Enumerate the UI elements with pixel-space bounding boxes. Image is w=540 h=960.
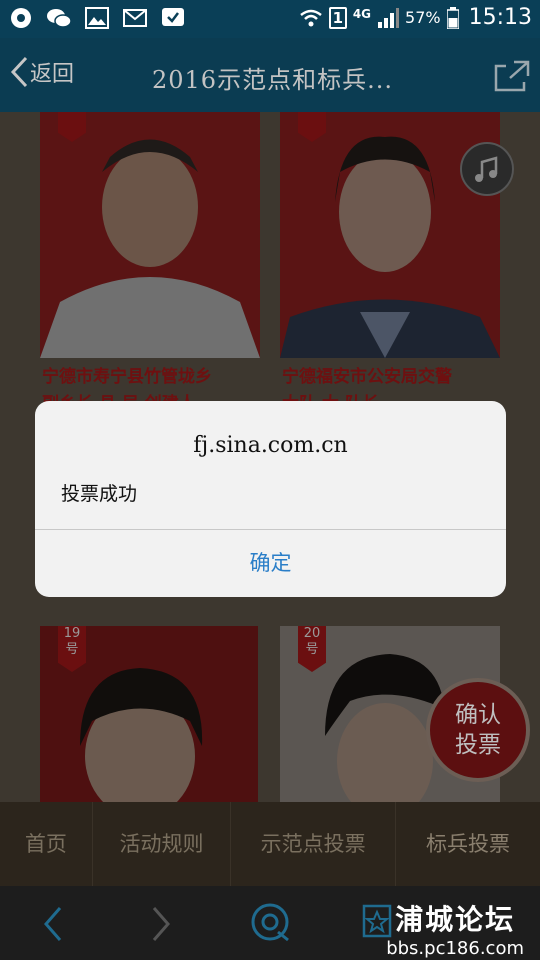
browser-forward-button[interactable] [148,904,174,948]
page-title: 2016示范点和标兵... [152,66,393,94]
music-note-icon [475,156,498,182]
music-toggle-button[interactable] [460,142,514,196]
watermark-url: bbs.pc186.com [386,938,524,959]
alert-dialog: fj.sina.com.cn 投票成功 确定 [35,401,506,597]
dialog-host: fj.sina.com.cn [193,433,348,458]
signal-icon [378,7,400,28]
clock: 15:13 [468,5,532,30]
nav-model-vote[interactable]: 标兵投票 [396,802,540,886]
nav-rules[interactable]: 活动规则 [93,802,232,886]
watermark: 浦城论坛 bbs.pc186.com [386,898,524,959]
candidate-photo[interactable] [40,112,260,358]
battery-percent: 57% [405,8,441,27]
notification-icons [8,6,186,30]
vote-button-line2: 投票 [455,732,501,758]
mail-icon [122,6,148,30]
caption-line: 宁德福安市公安局交警 [282,367,452,387]
wechat-icon [46,6,72,30]
candidate-number-badge: 20 号 [298,626,326,672]
message-icon [160,6,186,30]
battery-icon [446,6,459,29]
app-header: 返回 2016示范点和标兵... [0,38,540,112]
bottom-nav: 首页 活动规则 示范点投票 标兵投票 [0,802,540,886]
confirm-vote-button[interactable]: 确认 投票 [426,678,530,782]
portrait-man [40,112,260,358]
candidate-number-badge: 19 号 [58,626,86,672]
network-type: 4G [352,6,372,21]
qq-icon [8,6,34,30]
share-icon [494,60,530,92]
vote-button-line1: 确认 [455,702,501,728]
system-status: 1 4G 57% 15:13 [299,5,532,30]
watermark-name: 浦城论坛 [395,903,516,936]
gallery-icon [84,6,110,30]
share-button[interactable] [492,58,530,96]
browser-back-button[interactable] [40,904,66,948]
chevron-left-icon [10,56,28,88]
chevron-right-icon [152,907,170,941]
dialog-message: 投票成功 [61,483,138,505]
nav-demo-vote[interactable]: 示范点投票 [231,802,396,886]
dialog-ok-button[interactable]: 确定 [35,530,506,597]
caption-line: 宁德市寿宁县竹管垅乡 [42,367,212,387]
browser-home-button[interactable] [250,902,292,946]
back-button[interactable]: 返回 [10,56,74,88]
chevron-left-icon [44,907,62,941]
browser-logo-icon [251,903,289,942]
status-bar: 1 4G 57% 15:13 [0,0,540,38]
sim-slot-indicator: 1 [328,6,347,29]
nav-home[interactable]: 首页 [0,802,93,886]
wifi-icon [300,9,322,26]
back-label: 返回 [30,62,75,87]
